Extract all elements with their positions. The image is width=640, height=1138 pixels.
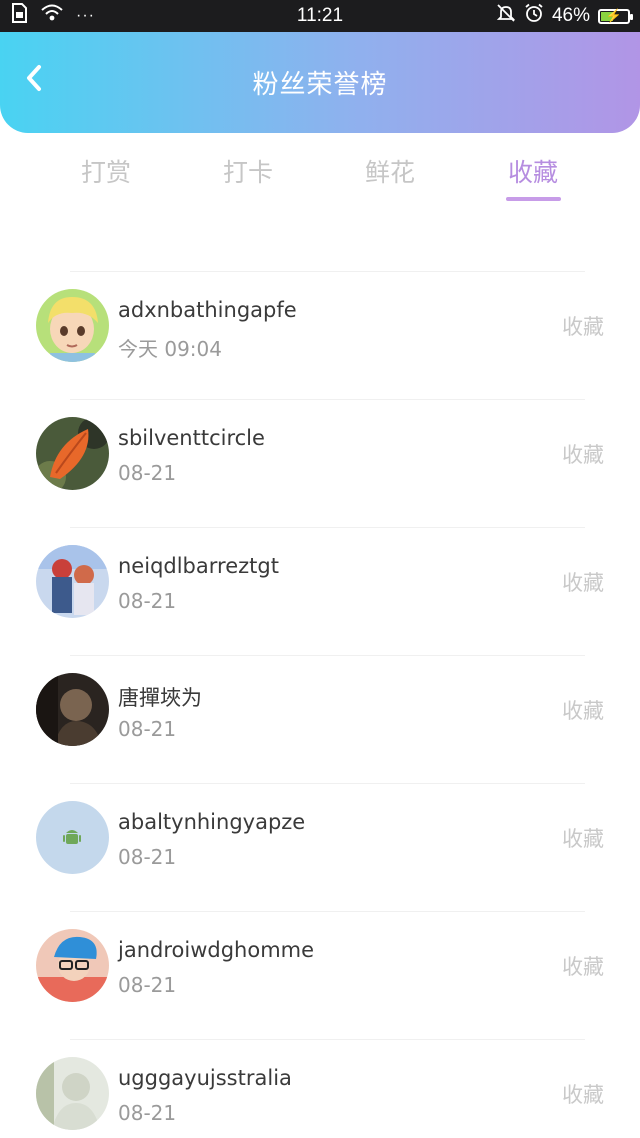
timestamp: 08-21 [118, 1101, 177, 1125]
timestamp: 08-21 [118, 845, 177, 869]
user-name: sbilventtcircle [118, 426, 265, 450]
light-photo-avatar [36, 1057, 109, 1130]
bell-muted-icon [496, 3, 516, 29]
anime-couple-avatar [36, 545, 109, 618]
app-screen: ··· 11:21 46% ⚡ 粉丝荣誉榜 打赏 打卡 鲜花 收藏 adxnba… [0, 0, 640, 1138]
timestamp: 08-21 [118, 461, 177, 485]
fan-list: adxnbathingapfe 今天 09:04 收藏 sbilventtcir… [0, 213, 640, 1138]
action-label: 收藏 [562, 1083, 604, 1107]
list-item[interactable]: jandroiwdghomme 08-21 收藏 [0, 911, 640, 1039]
status-bar: ··· 11:21 46% ⚡ [0, 0, 640, 32]
list-item[interactable]: ugggayujsstralia 08-21 收藏 [0, 1039, 640, 1138]
tab-checkin[interactable]: 打卡 [188, 153, 308, 203]
user-name: adxnbathingapfe [118, 298, 297, 322]
list-item[interactable]: 唐撣埉为 08-21 收藏 [0, 655, 640, 783]
user-name: neiqdlbarreztgt [118, 554, 279, 578]
tab-favorites[interactable]: 收藏 [473, 153, 593, 203]
list-item-partial[interactable] [0, 213, 640, 271]
leaf-avatar [36, 417, 109, 490]
page-title: 粉丝荣誉榜 [252, 70, 388, 100]
battery-icon: ⚡ [598, 7, 633, 24]
list-item[interactable]: neiqdlbarreztgt 08-21 收藏 [0, 527, 640, 655]
action-label: 收藏 [562, 955, 604, 979]
action-label: 收藏 [562, 827, 604, 851]
charging-bolt-icon: ⚡ [605, 7, 623, 23]
dark-photo-avatar [36, 673, 109, 746]
action-label: 收藏 [562, 315, 604, 339]
tab-flowers[interactable]: 鲜花 [330, 153, 450, 203]
tab-bar: 打赏 打卡 鲜花 收藏 [0, 133, 640, 213]
active-tab-indicator [506, 197, 561, 201]
timestamp: 今天 09:04 [118, 337, 222, 361]
user-name: ugggayujsstralia [118, 1066, 292, 1090]
blue-cap-avatar [36, 929, 109, 1002]
header-bar: 粉丝荣誉榜 [0, 32, 640, 133]
user-name: abaltynhingyapze [118, 810, 306, 834]
cartoon-boy-avatar [36, 289, 109, 362]
action-label: 收藏 [562, 571, 604, 595]
action-label: 收藏 [562, 443, 604, 467]
list-item[interactable]: sbilventtcircle 08-21 收藏 [0, 399, 640, 527]
timestamp: 08-21 [118, 973, 177, 997]
status-right: 46% ⚡ [496, 0, 633, 32]
user-name: 唐撣埉为 [118, 686, 202, 710]
user-name: jandroiwdghomme [118, 938, 315, 962]
list-item[interactable]: abaltynhingyapze 08-21 收藏 [0, 783, 640, 911]
timestamp: 08-21 [118, 589, 177, 613]
action-label: 收藏 [562, 699, 604, 723]
tab-reward[interactable]: 打赏 [46, 153, 166, 203]
battery-percent: 46% [551, 5, 590, 26]
android-avatar [36, 801, 109, 874]
timestamp: 08-21 [118, 717, 177, 741]
list-item[interactable]: adxnbathingapfe 今天 09:04 收藏 [0, 271, 640, 399]
alarm-clock-icon [524, 3, 544, 29]
